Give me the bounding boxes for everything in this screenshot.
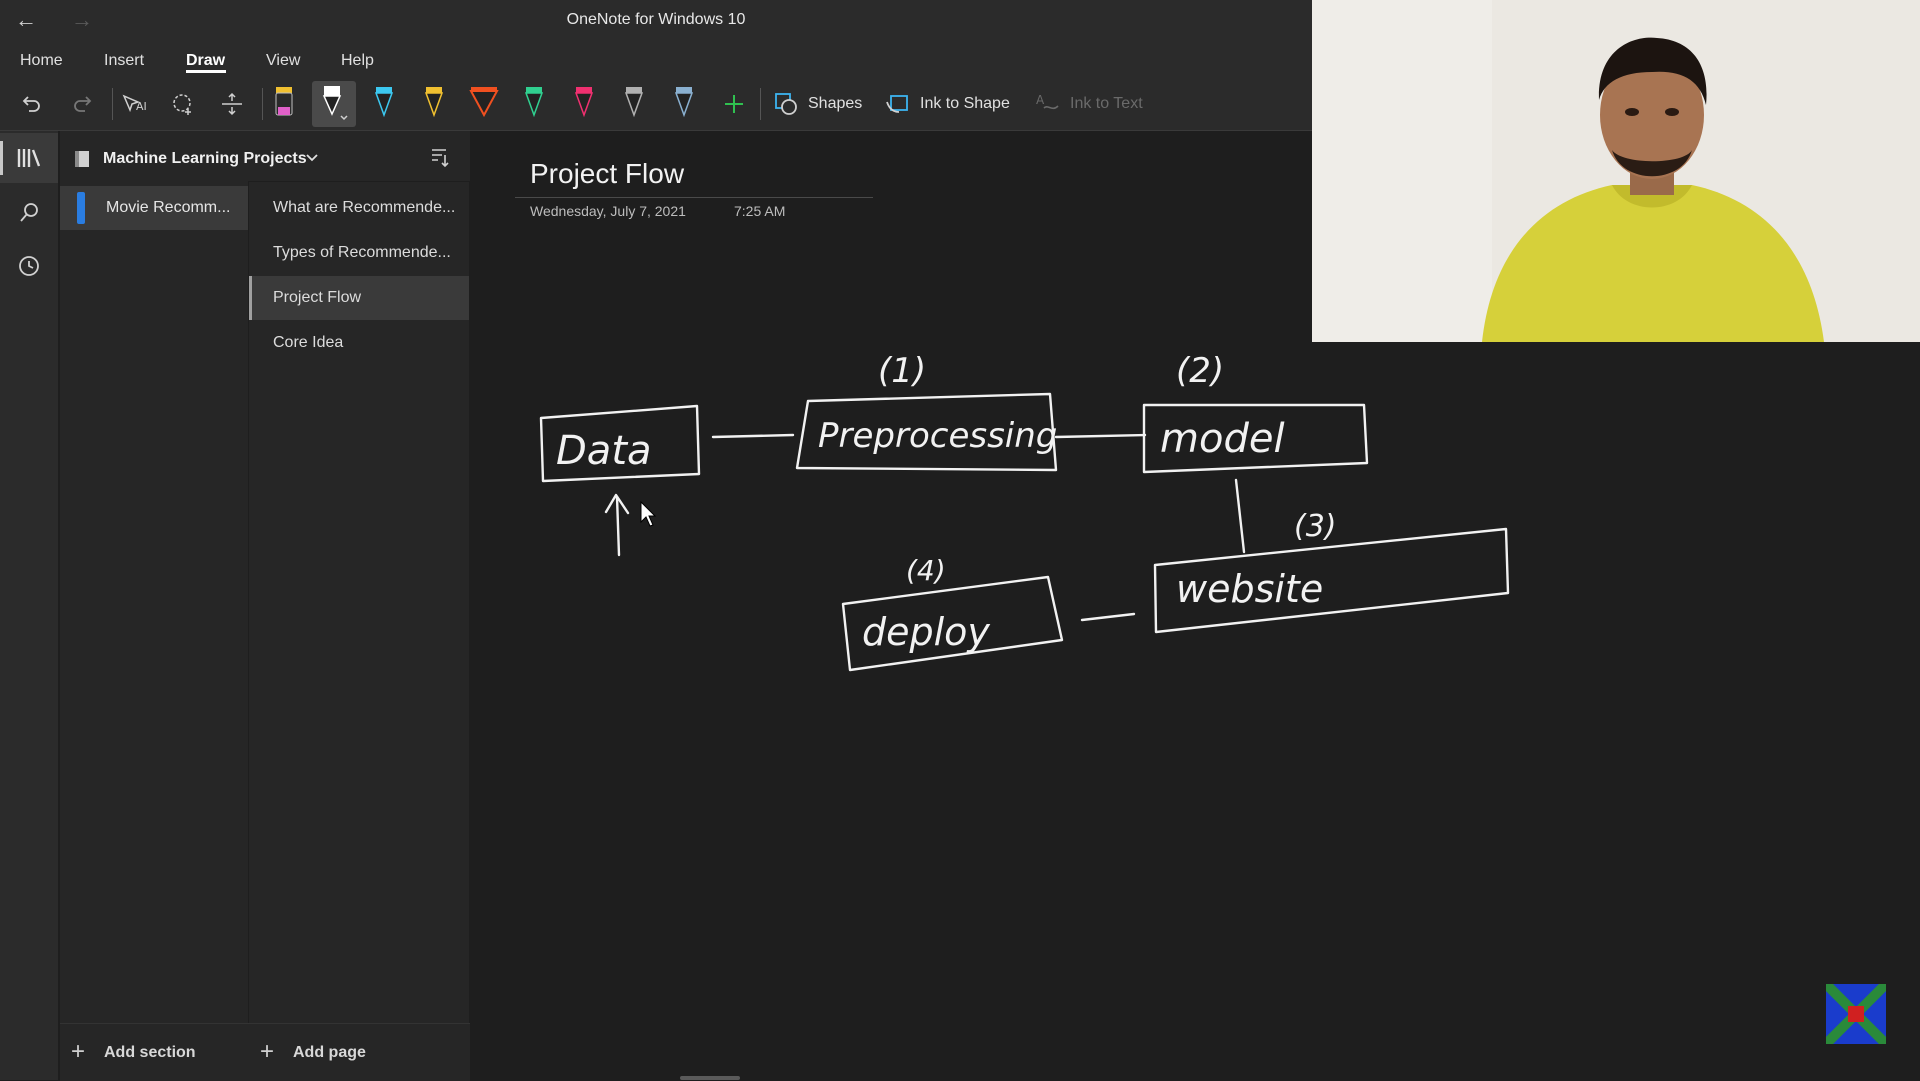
data-ink-text: Data — [556, 428, 652, 474]
connector-line — [1234, 478, 1246, 554]
connector-line — [1080, 612, 1136, 622]
preprocessing-ink-text: Preprocessing — [818, 416, 1057, 456]
step-2-ink-text: (2) — [1176, 351, 1224, 391]
connector-line — [711, 433, 795, 439]
step-4-ink-text: (4) — [906, 554, 946, 587]
model-ink-text: model — [1160, 416, 1285, 462]
step-1-ink-text: (1) — [878, 351, 926, 391]
step-3-ink-text: (3) — [1294, 509, 1337, 544]
webcam-overlay — [1312, 0, 1920, 342]
website-ink-text: website — [1176, 567, 1323, 611]
deploy-ink-text: deploy — [862, 610, 990, 654]
presenter-video — [1312, 0, 1920, 342]
horizontal-scrollbar[interactable] — [680, 1076, 740, 1080]
mouse-cursor-icon — [640, 500, 657, 527]
up-arrow — [604, 493, 630, 557]
channel-logo-icon — [1822, 980, 1890, 1049]
connector-line — [1054, 433, 1147, 439]
